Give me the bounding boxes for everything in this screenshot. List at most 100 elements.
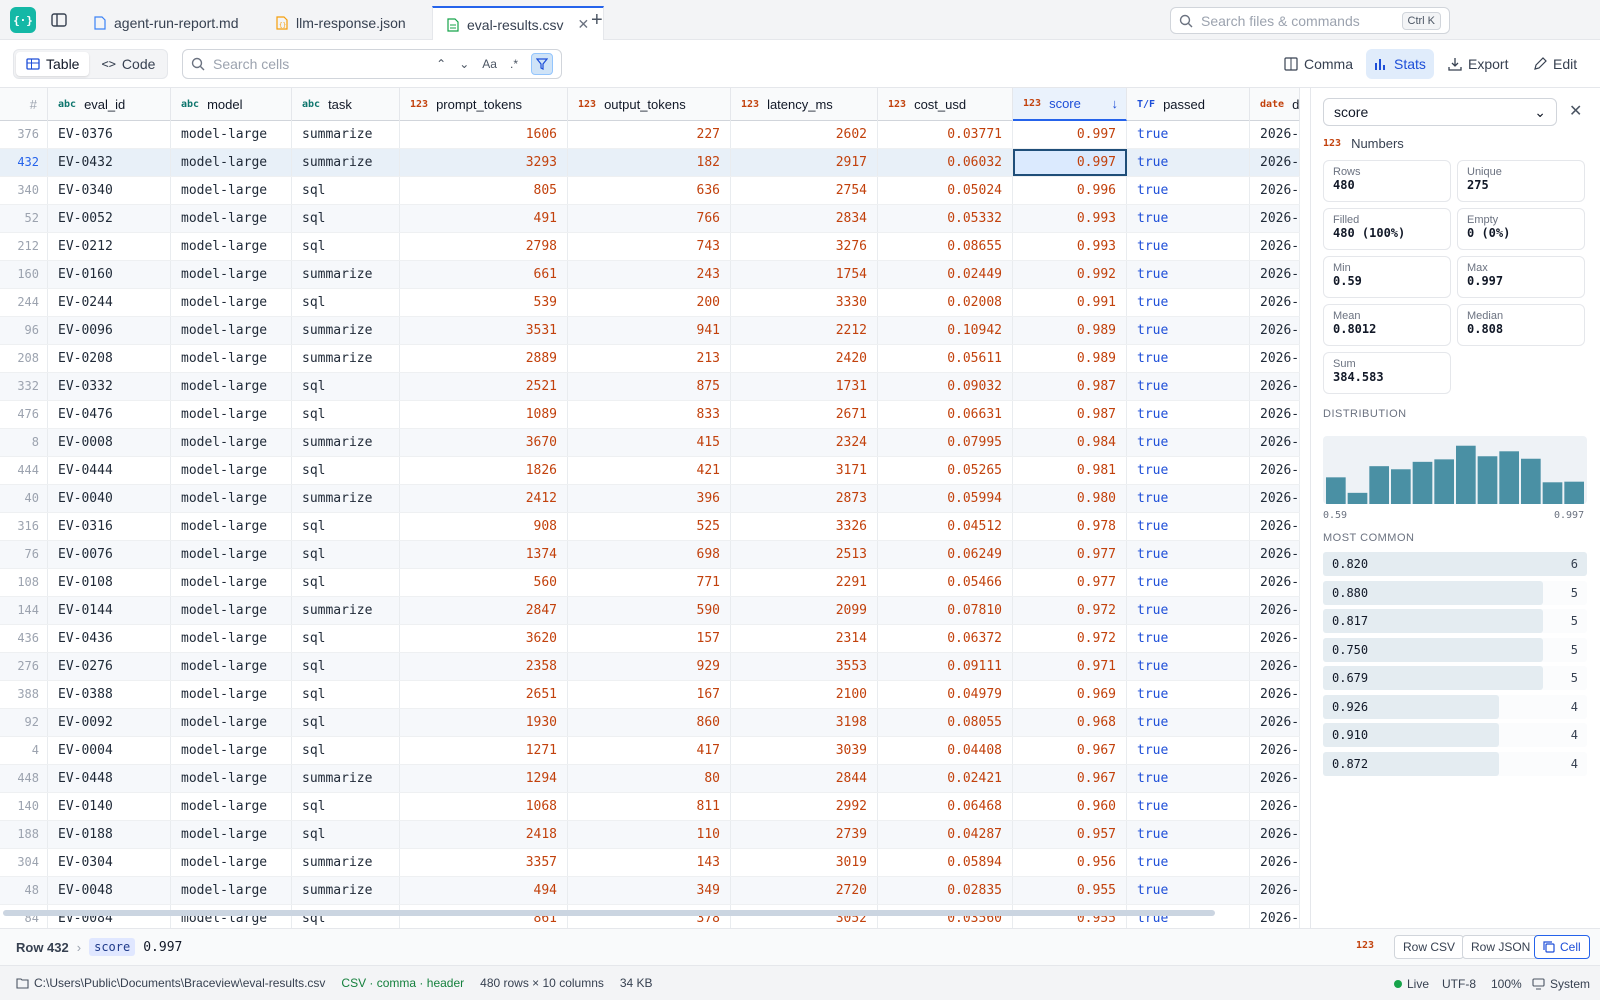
table-cell-passed[interactable]: true — [1127, 709, 1250, 736]
table-cell-cost_usd[interactable]: 0.06372 — [878, 625, 1013, 652]
table-cell-model[interactable]: model-large — [171, 737, 292, 764]
row-number[interactable]: 304 — [0, 849, 48, 876]
table-cell-score[interactable]: 0.987 — [1013, 401, 1127, 428]
histogram-bar[interactable] — [1347, 492, 1368, 504]
row-number[interactable]: 444 — [0, 457, 48, 484]
table-cell-output_tokens[interactable]: 80 — [568, 765, 731, 792]
theme-toggle[interactable]: System — [1532, 966, 1590, 1001]
table-row[interactable]: 208 EV-0208 model-large summarize 2889 213 242… — [0, 345, 1300, 373]
most-common-item[interactable]: 0.880 5 — [1323, 580, 1587, 605]
table-cell-prompt_tokens[interactable]: 1930 — [400, 709, 568, 736]
table-cell-prompt_tokens[interactable]: 539 — [400, 289, 568, 316]
table-cell-passed[interactable]: true — [1127, 849, 1250, 876]
column-header-eval_id[interactable]: abc eval_id — [48, 88, 171, 121]
table-cell-score[interactable]: 0.997 — [1013, 121, 1127, 148]
table-cell-date[interactable]: 2026-0 — [1250, 821, 1300, 848]
row-number[interactable]: 4 — [0, 737, 48, 764]
table-cell-score[interactable]: 0.996 — [1013, 177, 1127, 204]
table-cell-model[interactable]: model-large — [171, 317, 292, 344]
column-header-model[interactable]: abc model — [171, 88, 292, 121]
table-cell-score[interactable]: 0.977 — [1013, 541, 1127, 568]
table-cell-eval_id[interactable]: EV-0276 — [48, 653, 171, 680]
table-row[interactable]: 444 EV-0444 model-large sql 1826 421 3171 0.052… — [0, 457, 1300, 485]
table-cell-passed[interactable]: true — [1127, 765, 1250, 792]
table-row[interactable]: 40 EV-0040 model-large summarize 2412 396 2873… — [0, 485, 1300, 513]
table-cell-prompt_tokens[interactable]: 2358 — [400, 653, 568, 680]
most-common-item[interactable]: 0.910 4 — [1323, 723, 1587, 747]
table-cell-latency_ms[interactable]: 1731 — [731, 373, 878, 400]
table-cell-output_tokens[interactable]: 590 — [568, 597, 731, 624]
table-cell-task[interactable]: summarize — [292, 597, 400, 624]
histogram-bar[interactable] — [1391, 469, 1411, 504]
histogram-bar[interactable] — [1434, 459, 1454, 504]
table-cell-prompt_tokens[interactable]: 491 — [400, 205, 568, 232]
table-cell-prompt_tokens[interactable]: 2847 — [400, 597, 568, 624]
histogram-bar[interactable] — [1521, 458, 1541, 504]
table-cell-cost_usd[interactable]: 0.06631 — [878, 401, 1013, 428]
table-cell-model[interactable]: model-large — [171, 513, 292, 540]
table-cell-date[interactable]: 2026-0 — [1250, 793, 1300, 820]
table-cell-prompt_tokens[interactable]: 1606 — [400, 121, 568, 148]
table-cell-model[interactable]: model-large — [171, 793, 292, 820]
table-cell-cost_usd[interactable]: 0.05466 — [878, 569, 1013, 596]
table-cell-cost_usd[interactable]: 0.08655 — [878, 233, 1013, 260]
table-cell-latency_ms[interactable]: 3276 — [731, 233, 878, 260]
table-cell-passed[interactable]: true — [1127, 149, 1250, 176]
comma-delimiter-button[interactable]: Comma — [1276, 49, 1361, 79]
table-cell-score[interactable]: 0.967 — [1013, 737, 1127, 764]
table-cell-task[interactable]: summarize — [292, 261, 400, 288]
table-cell-date[interactable]: 2026-0 — [1250, 121, 1300, 148]
row-number[interactable]: 476 — [0, 401, 48, 428]
table-cell-task[interactable]: summarize — [292, 317, 400, 344]
table-cell-task[interactable]: sql — [292, 737, 400, 764]
histogram-bar[interactable] — [1564, 481, 1584, 504]
row-number[interactable]: 388 — [0, 681, 48, 708]
row-number[interactable]: 96 — [0, 317, 48, 344]
table-cell-date[interactable]: 2026-0 — [1250, 373, 1300, 400]
table-cell-eval_id[interactable]: EV-0432 — [48, 149, 171, 176]
column-header-score[interactable]: 123 score ↓ — [1013, 88, 1127, 121]
table-cell-cost_usd[interactable]: 0.05332 — [878, 205, 1013, 232]
cell-search-input[interactable]: Search cells ⌃ ⌄ Aa .* — [182, 49, 562, 79]
table-cell-eval_id[interactable]: EV-0008 — [48, 429, 171, 456]
table-cell-prompt_tokens[interactable]: 2889 — [400, 345, 568, 372]
global-search-input[interactable]: Search files & commands Ctrl K — [1170, 7, 1450, 34]
table-cell-task[interactable]: sql — [292, 821, 400, 848]
table-cell-eval_id[interactable]: EV-0052 — [48, 205, 171, 232]
table-row[interactable]: 160 EV-0160 model-large summarize 661 243 1754… — [0, 261, 1300, 289]
table-cell-model[interactable]: model-large — [171, 821, 292, 848]
table-cell-model[interactable]: model-large — [171, 457, 292, 484]
table-cell-task[interactable]: sql — [292, 569, 400, 596]
table-cell-date[interactable]: 2026-0 — [1250, 513, 1300, 540]
table-cell-cost_usd[interactable]: 0.02008 — [878, 289, 1013, 316]
table-cell-date[interactable]: 2026-0 — [1250, 457, 1300, 484]
table-cell-passed[interactable]: true — [1127, 233, 1250, 260]
table-cell-task[interactable]: sql — [292, 653, 400, 680]
row-number[interactable]: 332 — [0, 373, 48, 400]
table-cell-output_tokens[interactable]: 167 — [568, 681, 731, 708]
column-header-date[interactable]: date date — [1250, 88, 1300, 121]
table-cell-output_tokens[interactable]: 110 — [568, 821, 731, 848]
sort-descending-icon[interactable]: ↓ — [1112, 96, 1119, 111]
table-cell-score[interactable]: 0.993 — [1013, 205, 1127, 232]
table-cell-output_tokens[interactable]: 157 — [568, 625, 731, 652]
table-cell-latency_ms[interactable]: 2099 — [731, 597, 878, 624]
table-cell-prompt_tokens[interactable]: 661 — [400, 261, 568, 288]
table-cell-latency_ms[interactable]: 3052 — [731, 905, 878, 928]
table-cell-passed[interactable]: true — [1127, 485, 1250, 512]
table-cell-cost_usd[interactable]: 0.04408 — [878, 737, 1013, 764]
table-cell-output_tokens[interactable]: 771 — [568, 569, 731, 596]
table-cell-latency_ms[interactable]: 3171 — [731, 457, 878, 484]
table-cell-eval_id[interactable]: EV-0188 — [48, 821, 171, 848]
table-cell-latency_ms[interactable]: 1754 — [731, 261, 878, 288]
table-cell-model[interactable]: model-large — [171, 877, 292, 904]
table-cell-latency_ms[interactable]: 3330 — [731, 289, 878, 316]
row-number[interactable]: 108 — [0, 569, 48, 596]
row-number[interactable]: 52 — [0, 205, 48, 232]
table-cell-prompt_tokens[interactable]: 2412 — [400, 485, 568, 512]
table-cell-output_tokens[interactable]: 811 — [568, 793, 731, 820]
column-header-task[interactable]: abc task — [292, 88, 400, 121]
table-cell-date[interactable]: 2026-0 — [1250, 177, 1300, 204]
table-cell-date[interactable]: 2026-0 — [1250, 877, 1300, 904]
table-cell-prompt_tokens[interactable]: 3357 — [400, 849, 568, 876]
